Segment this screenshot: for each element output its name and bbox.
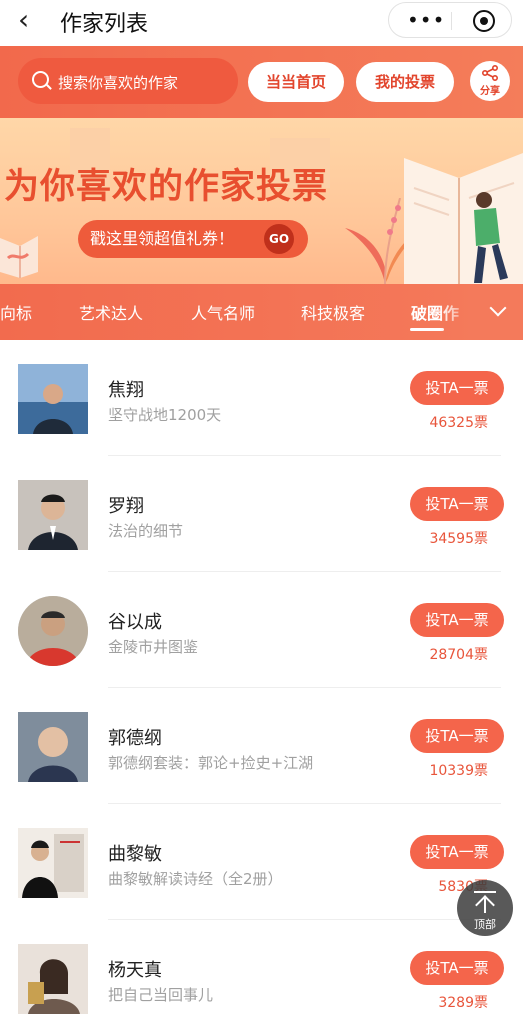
author-book: 郭德纲套装：郭论+捡史+江湖	[108, 754, 314, 772]
author-avatar	[18, 364, 88, 434]
share-icon	[481, 65, 498, 81]
back-to-top-label: 顶部	[474, 918, 496, 931]
mini-program-capsule: •••	[388, 2, 512, 38]
author-name: 焦翔	[108, 380, 144, 401]
author-name: 谷以成	[108, 612, 162, 633]
author-name: 罗翔	[108, 496, 144, 517]
author-book: 金陵市井图鉴	[108, 638, 199, 656]
open-book-illustration	[0, 236, 38, 278]
search-input[interactable]: 搜索你喜欢的作家	[18, 58, 238, 104]
author-name: 郭德纲	[108, 728, 162, 749]
active-tab-indicator	[410, 328, 444, 331]
author-book: 坚守战地1200天	[108, 406, 222, 424]
coupon-button[interactable]: 戳这里领超值礼券！ GO	[78, 220, 308, 258]
my-votes-button[interactable]: 我的投票	[356, 62, 454, 102]
search-header: 搜索你喜欢的作家 当当首页 我的投票 分享	[0, 46, 523, 118]
vote-count: 10339票	[429, 763, 488, 779]
author-row[interactable]: 杨天真 把自己当回事儿 投TA一票 3289票	[0, 920, 523, 1021]
promo-banner[interactable]: 为你喜欢的作家投票 戳这里领超值礼券！ GO	[0, 118, 523, 284]
banner-title: 为你喜欢的作家投票	[4, 167, 329, 207]
author-avatar	[18, 828, 88, 898]
back-chevron-icon[interactable]: ‹	[18, 6, 29, 34]
author-row[interactable]: 焦翔 坚守战地1200天 投TA一票 46325票	[0, 340, 523, 456]
author-avatar	[18, 480, 88, 550]
vote-button[interactable]: 投TA一票	[410, 835, 504, 869]
author-name: 曲黎敏	[108, 844, 162, 865]
more-dots-icon[interactable]: •••	[407, 9, 445, 31]
vote-count: 3289票	[438, 995, 488, 1011]
author-book: 法治的细节	[108, 522, 184, 540]
tabs-fade-overlay	[440, 284, 523, 340]
search-icon	[32, 71, 49, 88]
author-row[interactable]: 郭德纲 郭德纲套装：郭论+捡史+江湖 投TA一票 10339票	[0, 688, 523, 804]
vote-button[interactable]: 投TA一票	[410, 951, 504, 985]
author-book: 把自己当回事儿	[108, 986, 214, 1004]
author-avatar	[18, 944, 88, 1014]
top-nav-bar: ‹ 作家列表 •••	[0, 0, 523, 46]
page-title: 作家列表	[60, 12, 149, 37]
vote-button[interactable]: 投TA一票	[410, 371, 504, 405]
author-row[interactable]: 曲黎敏 曲黎敏解读诗经（全2册） 投TA一票 5830票	[0, 804, 523, 920]
author-book: 曲黎敏解读诗经（全2册）	[108, 870, 283, 888]
back-to-top-button[interactable]: 顶部	[457, 880, 513, 936]
author-name: 杨天真	[108, 960, 162, 981]
vote-button[interactable]: 投TA一票	[410, 487, 504, 521]
share-button[interactable]: 分享	[470, 61, 510, 101]
capsule-divider	[451, 12, 452, 30]
tab-item[interactable]: 人气名师	[191, 300, 255, 324]
coupon-label: 戳这里领超值礼券！	[90, 229, 235, 248]
go-badge: GO	[264, 224, 294, 254]
share-label: 分享	[480, 86, 500, 97]
arrow-up-icon-head	[475, 895, 495, 915]
author-row[interactable]: 谷以成 金陵市井图鉴 投TA一票 28704票	[0, 572, 523, 688]
vote-button[interactable]: 投TA一票	[410, 603, 504, 637]
vote-count: 28704票	[429, 647, 488, 663]
tab-item[interactable]: 艺术达人	[79, 300, 143, 324]
arrow-up-icon	[474, 891, 496, 893]
vote-button[interactable]: 投TA一票	[410, 719, 504, 753]
author-avatar	[18, 712, 88, 782]
vote-count: 46325票	[429, 415, 488, 431]
book-and-person-illustration	[404, 153, 523, 284]
vote-count: 34595票	[429, 531, 488, 547]
author-avatar	[18, 596, 88, 666]
tab-item[interactable]: 科技极客	[301, 300, 365, 324]
category-tabs: 风向标 艺术达人 人气名师 科技极客 破圈作	[0, 284, 523, 340]
close-target-icon[interactable]	[473, 10, 495, 32]
tab-item[interactable]: 风向标	[0, 300, 32, 324]
search-placeholder: 搜索你喜欢的作家	[58, 74, 179, 92]
home-button[interactable]: 当当首页	[248, 62, 344, 102]
author-row[interactable]: 罗翔 法治的细节 投TA一票 34595票	[0, 456, 523, 572]
